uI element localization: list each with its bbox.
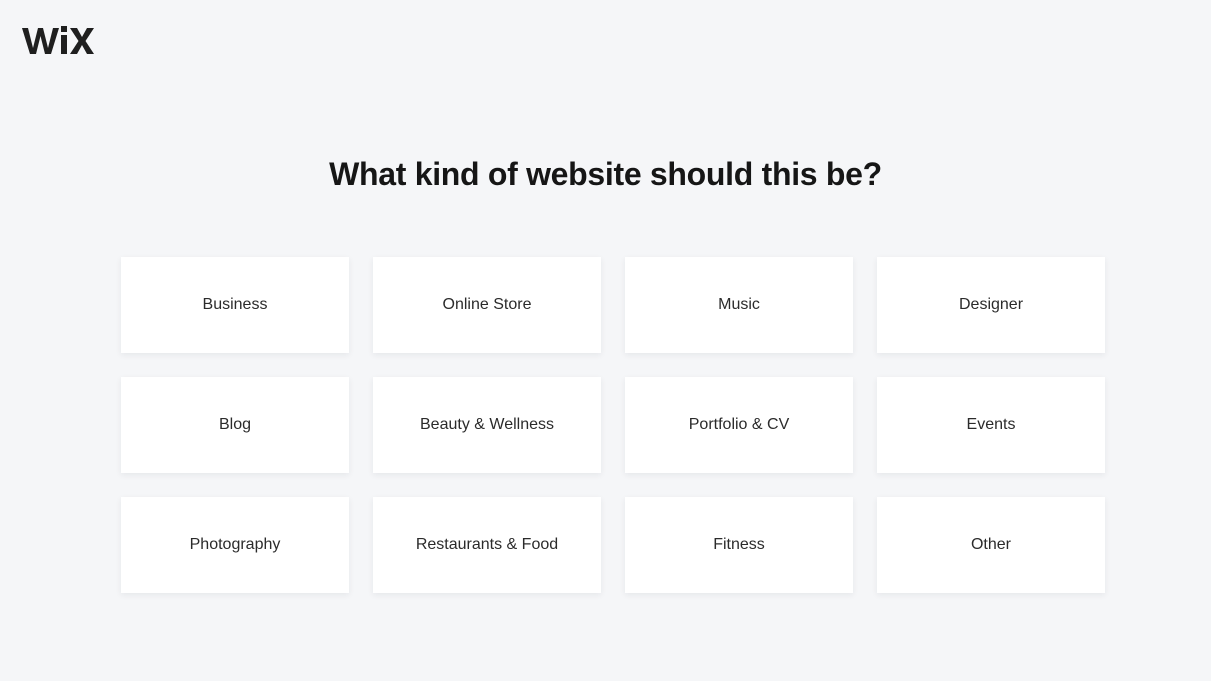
category-card-events[interactable]: Events: [877, 377, 1105, 473]
wix-logo[interactable]: [22, 24, 94, 58]
category-label: Other: [970, 536, 1011, 553]
page-title: What kind of website should this be?: [329, 156, 882, 192]
category-label: Designer: [958, 296, 1024, 313]
category-card-blog[interactable]: Blog: [121, 377, 349, 473]
category-card-other[interactable]: Other: [877, 497, 1105, 593]
category-card-designer[interactable]: Designer: [877, 257, 1105, 353]
category-grid: Business Online Store Music Designer Blo…: [121, 257, 1105, 593]
category-label: Restaurants & Food: [415, 536, 559, 553]
wix-logo-icon: [22, 26, 94, 54]
category-label: Photography: [189, 536, 281, 553]
category-label: Online Store: [442, 296, 532, 313]
category-label: Music: [718, 296, 760, 313]
category-label: Fitness: [713, 536, 765, 553]
category-label: Blog: [218, 416, 252, 433]
category-card-photography[interactable]: Photography: [121, 497, 349, 593]
category-label: Business: [202, 296, 268, 313]
category-card-business[interactable]: Business: [121, 257, 349, 353]
category-card-fitness[interactable]: Fitness: [625, 497, 853, 593]
category-card-portfolio-cv[interactable]: Portfolio & CV: [625, 377, 853, 473]
category-card-restaurants-food[interactable]: Restaurants & Food: [373, 497, 601, 593]
category-card-online-store[interactable]: Online Store: [373, 257, 601, 353]
category-label: Beauty & Wellness: [420, 416, 554, 433]
category-card-beauty-wellness[interactable]: Beauty & Wellness: [373, 377, 601, 473]
category-label: Portfolio & CV: [688, 416, 790, 433]
category-card-music[interactable]: Music: [625, 257, 853, 353]
category-label: Events: [966, 416, 1016, 433]
